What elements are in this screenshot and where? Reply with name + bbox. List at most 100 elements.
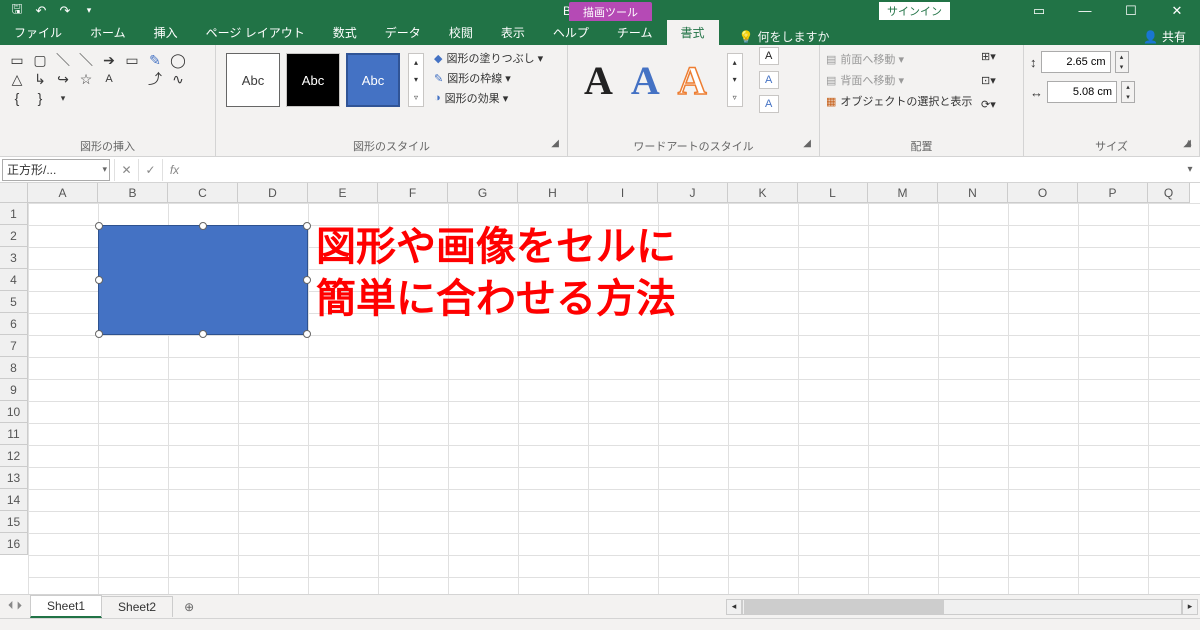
shape-textbox-icon[interactable]: ▭ bbox=[8, 51, 26, 69]
shape-freeform-icon[interactable]: ∿ bbox=[169, 70, 187, 88]
formula-input[interactable] bbox=[190, 159, 1180, 181]
col-header[interactable]: K bbox=[728, 183, 798, 203]
row-header[interactable]: 7 bbox=[0, 335, 28, 357]
row-header[interactable]: 1 bbox=[0, 203, 28, 225]
tab-format[interactable]: 書式 bbox=[667, 20, 719, 45]
row-header[interactable]: 5 bbox=[0, 291, 28, 313]
col-header[interactable]: F bbox=[378, 183, 448, 203]
redo-icon[interactable]: ↷ bbox=[54, 1, 76, 21]
col-header[interactable]: P bbox=[1078, 183, 1148, 203]
shape-arrow-icon[interactable]: ➔ bbox=[100, 51, 118, 69]
shapes-more-icon[interactable]: ▾ bbox=[54, 89, 72, 107]
shape-rect2-icon[interactable]: ▭ bbox=[123, 51, 141, 69]
collapse-ribbon-icon[interactable]: ˄ bbox=[1186, 138, 1192, 150]
col-header[interactable]: L bbox=[798, 183, 868, 203]
resize-handle[interactable] bbox=[95, 330, 103, 338]
tab-data[interactable]: データ bbox=[371, 20, 435, 45]
col-header[interactable]: O bbox=[1008, 183, 1078, 203]
shape-fill-button[interactable]: ◆図形の塗りつぶし ▾ bbox=[434, 50, 543, 66]
text-effects-button[interactable]: A bbox=[759, 95, 779, 113]
wordart-style-1[interactable]: A bbox=[584, 57, 613, 104]
height-input[interactable] bbox=[1041, 51, 1111, 73]
tab-view[interactable]: 表示 bbox=[487, 20, 539, 45]
col-header[interactable]: M bbox=[868, 183, 938, 203]
horizontal-scrollbar[interactable]: ◂ ▸ bbox=[726, 599, 1198, 615]
ribbon-options-icon[interactable]: ▭ bbox=[1016, 0, 1062, 21]
tab-insert[interactable]: 挿入 bbox=[140, 20, 192, 45]
worksheet[interactable]: A B C D E F G H I J K L M N O P Q 1 2 3 … bbox=[0, 183, 1200, 594]
text-outline-button[interactable]: A bbox=[759, 71, 779, 89]
scroll-right-icon[interactable]: ▸ bbox=[1182, 599, 1198, 615]
shape-oval-icon[interactable]: ◯ bbox=[169, 51, 187, 69]
wordart-expand[interactable]: ▴▾▿ bbox=[727, 53, 743, 107]
fx-icon[interactable]: fx bbox=[162, 159, 186, 181]
col-header[interactable]: D bbox=[238, 183, 308, 203]
tab-help[interactable]: ヘルプ bbox=[539, 20, 603, 45]
col-header[interactable]: G bbox=[448, 183, 518, 203]
row-header[interactable]: 12 bbox=[0, 445, 28, 467]
row-header[interactable]: 6 bbox=[0, 313, 28, 335]
shape-edit-icon[interactable]: ✎ bbox=[146, 51, 164, 69]
width-spinner[interactable]: ▴▾ bbox=[1121, 81, 1135, 103]
resize-handle[interactable] bbox=[95, 276, 103, 284]
sheet-nav-last-icon[interactable]: ⏵ bbox=[17, 600, 23, 613]
bring-forward-button[interactable]: ▤前面へ移動 ▾ bbox=[826, 51, 972, 67]
row-header[interactable]: 16 bbox=[0, 533, 28, 555]
shape-text-icon[interactable]: A bbox=[100, 70, 118, 88]
cancel-entry-icon[interactable]: ✕ bbox=[114, 159, 138, 181]
row-header[interactable]: 14 bbox=[0, 489, 28, 511]
styles-expand[interactable]: ▴▾▿ bbox=[408, 53, 424, 107]
name-box[interactable]: 正方形/... ▾ bbox=[2, 159, 110, 181]
col-header[interactable]: A bbox=[28, 183, 98, 203]
tab-team[interactable]: チーム bbox=[603, 20, 667, 45]
row-header[interactable]: 8 bbox=[0, 357, 28, 379]
align-button[interactable]: ⊞▾ bbox=[978, 47, 998, 65]
row-header[interactable]: 13 bbox=[0, 467, 28, 489]
send-backward-button[interactable]: ▤背面へ移動 ▾ bbox=[826, 72, 972, 88]
col-header[interactable]: Q bbox=[1148, 183, 1190, 203]
resize-handle[interactable] bbox=[199, 222, 207, 230]
select-all-button[interactable] bbox=[0, 183, 28, 203]
resize-handle[interactable] bbox=[95, 222, 103, 230]
selected-shape-rectangle[interactable] bbox=[98, 225, 308, 335]
sheet-nav-first-icon[interactable]: ⏴ bbox=[8, 600, 14, 613]
shape-brace2-icon[interactable]: } bbox=[31, 89, 49, 107]
sheet-tab-1[interactable]: Sheet1 bbox=[30, 595, 102, 618]
col-header[interactable]: C bbox=[168, 183, 238, 203]
scroll-left-icon[interactable]: ◂ bbox=[726, 599, 742, 615]
row-header[interactable]: 2 bbox=[0, 225, 28, 247]
row-header[interactable]: 4 bbox=[0, 269, 28, 291]
shape-effects-button[interactable]: ◑図形の効果 ▾ bbox=[434, 90, 543, 106]
col-header[interactable]: H bbox=[518, 183, 588, 203]
resize-handle[interactable] bbox=[303, 276, 311, 284]
sign-in-button[interactable]: サインイン bbox=[879, 2, 950, 20]
scroll-thumb[interactable] bbox=[744, 600, 944, 614]
share-button[interactable]: 👤 共有 bbox=[1143, 28, 1186, 45]
shape-tri-icon[interactable]: △ bbox=[8, 70, 26, 88]
maximize-icon[interactable]: ☐ bbox=[1108, 0, 1154, 21]
text-fill-button[interactable]: A bbox=[759, 47, 779, 65]
shape-outline-button[interactable]: ✎図形の枠線 ▾ bbox=[434, 70, 543, 86]
close-icon[interactable]: ✕ bbox=[1154, 0, 1200, 21]
accept-entry-icon[interactable]: ✓ bbox=[138, 159, 162, 181]
qat-customize-icon[interactable]: ▾ bbox=[78, 1, 100, 21]
namebox-dropdown-icon[interactable]: ▾ bbox=[102, 164, 107, 175]
tab-layout[interactable]: ページ レイアウト bbox=[192, 20, 319, 45]
resize-handle[interactable] bbox=[303, 330, 311, 338]
shape-line-icon[interactable]: ＼ bbox=[54, 51, 72, 69]
row-header[interactable]: 3 bbox=[0, 247, 28, 269]
save-icon[interactable]: 🖫 bbox=[6, 1, 28, 21]
formula-expand-icon[interactable]: ▾ bbox=[1180, 164, 1200, 175]
add-sheet-button[interactable]: ⊕ bbox=[184, 600, 194, 614]
tab-home[interactable]: ホーム bbox=[76, 20, 140, 45]
wordart-style-2[interactable]: A bbox=[631, 57, 660, 104]
resize-handle[interactable] bbox=[199, 330, 207, 338]
row-header[interactable]: 9 bbox=[0, 379, 28, 401]
scroll-track[interactable] bbox=[742, 599, 1182, 615]
shape-curved-arrow-icon[interactable]: ↪ bbox=[54, 70, 72, 88]
rotate-button[interactable]: ⟳▾ bbox=[978, 95, 998, 113]
shape-star-icon[interactable]: ☆ bbox=[77, 70, 95, 88]
minimize-icon[interactable]: — bbox=[1062, 0, 1108, 21]
col-header[interactable]: B bbox=[98, 183, 168, 203]
tab-file[interactable]: ファイル bbox=[0, 20, 76, 45]
